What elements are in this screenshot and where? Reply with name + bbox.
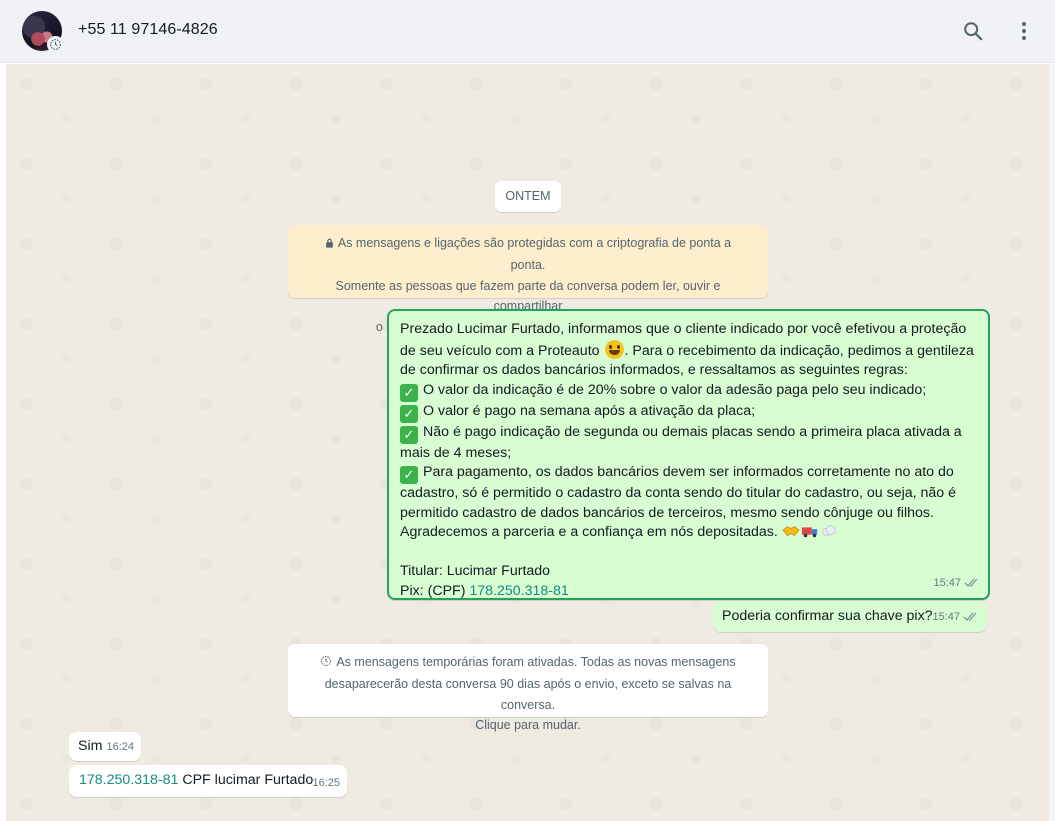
cloud-emoji [822,525,836,536]
message-line: permitido cadastro de dados bancários de… [400,504,934,521]
temporary-messages-notice[interactable]: As mensagens temporárias foram ativadas.… [288,644,768,732]
message-line: ✓ O valor é pago na semana após a ativaçã… [400,402,976,423]
handshake-emoji [782,526,800,536]
menu-icon[interactable] [1011,18,1037,44]
message-line: ✓ Não é pago indicação de segunda ou dema… [400,423,976,444]
outgoing-message-bubble[interactable]: Prezado Lucimar Furtado, informamos que … [387,309,990,600]
message-line: Pix: (CPF) 178.250.318-81 [400,582,569,599]
message-meta: 16:24 [106,738,134,758]
message-line: de confirmar os dados bancários informad… [400,362,908,378]
whatsapp-chat-window: +55 11 97146-4826 ONTEM As mensagens e l… [0,0,1055,821]
message-text: CPF lucimar Furtado [178,772,314,788]
temporary-notice-line2: desaparecerão desta conversa 90 dias apó… [324,676,732,712]
message-time: 16:25 [312,776,340,789]
timer-icon [320,653,332,674]
message-line: ✓ Para pagamento, os dados bancários deve… [400,463,976,484]
check-mark-icon: ✓ [400,383,418,402]
truck-emoji [801,527,817,538]
message-line: Titular: Lucimar Furtado [400,563,551,579]
encryption-notice-line1: As mensagens e ligações são protegidas c… [306,233,750,276]
encryption-notice[interactable]: As mensagens e ligações são protegidas c… [288,225,768,334]
check-mark-icon: ✓ [400,425,418,444]
message-line: ✓ O valor da indicação é de 20% sobre o v… [400,381,976,402]
message-text: Poderia confirmar sua chave pix? [722,608,933,624]
message-line: Agradecemos a parceria e a confiança em … [400,523,976,543]
pix-key-link[interactable]: 178.250.318-81 [79,772,178,788]
lock-icon [325,234,334,255]
grinning-face-emoji [604,339,624,359]
incoming-message-bubble[interactable]: 178.250.318-81 CPF lucimar Furtado 16:25 [69,765,347,797]
message-line: cadastro, só é permitido o cadastro da c… [400,485,957,501]
message-line: Prezado Lucimar Furtado, informamos que … [400,321,967,337]
double-check-icon [964,578,978,588]
message-meta: 15:47 [932,608,979,628]
temporary-notice-line3: Clique para mudar. [475,718,581,733]
double-check-icon [963,612,977,622]
pix-key-link[interactable]: 178.250.318-81 [469,583,568,599]
message-line: mais de 4 meses; [400,444,512,461]
temporary-notice-line1: As mensagens temporárias foram ativadas.… [302,652,754,674]
temporary-messages-icon [47,36,64,53]
contact-name[interactable]: +55 11 97146-4826 [78,21,218,39]
message-text: Sim [78,738,103,754]
chat-header: +55 11 97146-4826 [0,0,1055,63]
message-meta: 15:47 [933,574,980,594]
scrollbar[interactable] [1049,64,1055,821]
outgoing-message-bubble[interactable]: Poderia confirmar sua chave pix? 15:47 [713,601,987,632]
message-time: 15:47 [932,610,960,623]
message-meta: 16:25 [312,774,340,794]
incoming-message-bubble[interactable]: Sim 16:24 [69,732,141,761]
check-mark-icon: ✓ [400,404,418,423]
message-time: 16:24 [106,740,134,753]
message-line: de seu veículo com a Proteauto . Para o … [400,339,976,362]
search-icon[interactable] [960,18,986,44]
check-mark-icon: ✓ [400,466,418,484]
message-time: 15:47 [933,576,961,589]
date-chip: ONTEM [495,181,561,212]
